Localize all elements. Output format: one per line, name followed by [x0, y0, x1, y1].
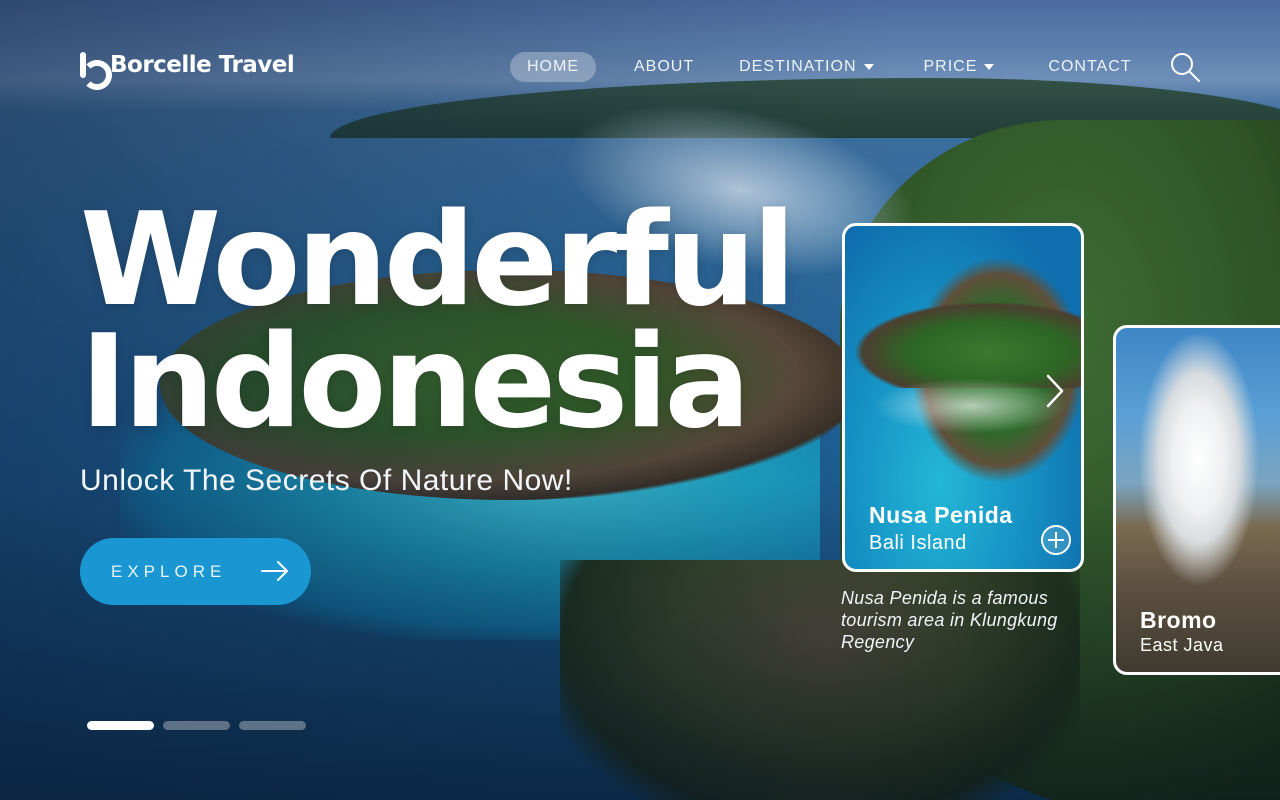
- hero-title: Wonderful Indonesia: [80, 186, 800, 457]
- hero-title-line-1: Wonderful: [80, 186, 796, 335]
- logo-icon: [80, 52, 112, 90]
- nav-item-label: ABOUT: [634, 58, 695, 75]
- slide-dot-1[interactable]: [87, 721, 154, 730]
- brand-logo[interactable]: Borcelle Travel: [80, 50, 295, 90]
- card-location: East Java: [1140, 635, 1224, 655]
- nav-item-label: CONTACT: [1048, 58, 1132, 75]
- slide-dot-3[interactable]: [239, 721, 306, 730]
- chevron-right-icon[interactable]: [1045, 374, 1065, 408]
- slide-dot-2[interactable]: [163, 721, 230, 730]
- hero-subtitle: Unlock The Secrets Of Nature Now!: [80, 464, 573, 497]
- plus-icon[interactable]: [1041, 525, 1071, 555]
- main-nav: HOME ABOUT DESTINATION PRICE CONTACT: [510, 52, 1132, 82]
- card-title: Nusa Penida: [869, 502, 1013, 528]
- nav-item-price[interactable]: PRICE: [924, 52, 995, 82]
- arrow-right-icon: [261, 561, 288, 581]
- nav-item-label: HOME: [527, 58, 579, 75]
- hero-title-line-2: Indonesia: [80, 308, 751, 457]
- explore-button[interactable]: EXPLORE: [80, 538, 311, 605]
- search-button[interactable]: [1170, 52, 1200, 82]
- nav-item-label: PRICE: [923, 58, 978, 75]
- brand-name: Borcelle Travel: [110, 52, 295, 78]
- card-title: Bromo: [1140, 607, 1217, 633]
- caret-down-icon: [863, 64, 874, 70]
- card-location: Bali Island: [869, 532, 967, 554]
- card-description: Nusa Penida is a famous tourism area in …: [841, 588, 1058, 652]
- search-icon: [1171, 53, 1200, 82]
- caret-down-icon: [984, 64, 995, 70]
- slide-indicators: [87, 721, 306, 730]
- nav-item-label: DESTINATION: [739, 58, 857, 75]
- explore-button-label: EXPLORE: [111, 561, 227, 581]
- nav-item-about[interactable]: ABOUT: [634, 52, 694, 82]
- destination-card-nusa-penida[interactable]: Nusa Penida Bali Island: [842, 223, 1084, 572]
- nav-item-destination[interactable]: DESTINATION: [739, 52, 874, 82]
- nav-item-contact[interactable]: CONTACT: [1048, 52, 1131, 82]
- nav-item-home[interactable]: HOME: [510, 52, 596, 82]
- destination-card-bromo[interactable]: Bromo East Java: [1113, 325, 1280, 675]
